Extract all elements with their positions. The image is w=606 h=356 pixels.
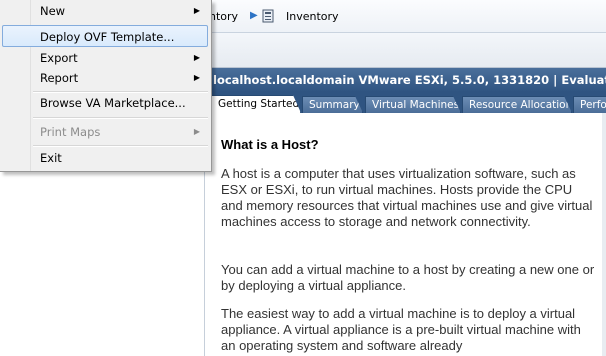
menu-item-exit[interactable]: Exit bbox=[2, 147, 208, 169]
menu-item-print-maps: Print Maps ▶ bbox=[2, 121, 208, 143]
menu-item-print-maps-label: Print Maps bbox=[40, 125, 101, 139]
content-paragraph-3: The easiest way to add a virtual machine… bbox=[221, 306, 581, 353]
breadcrumb-inventory[interactable]: Inventory bbox=[286, 10, 339, 23]
menu-item-deploy-ovf-template[interactable]: Deploy OVF Template... bbox=[2, 25, 208, 47]
tab-performance[interactable]: Perfo bbox=[573, 96, 606, 113]
content-heading: What is a Host? bbox=[221, 137, 319, 152]
tab-getting-started[interactable]: Getting Started bbox=[211, 95, 301, 113]
menu-item-report-label: Report bbox=[40, 71, 79, 85]
host-title-bar: localhost.localdomain VMware ESXi, 5.5.0… bbox=[205, 68, 606, 92]
toolbar bbox=[205, 33, 606, 68]
file-menu: New ▶ Deploy OVF Template... Export ▶ Re… bbox=[0, 0, 212, 172]
menu-item-new-label: New bbox=[40, 4, 66, 18]
menu-item-export[interactable]: Export ▶ bbox=[2, 47, 208, 69]
menu-item-browse-label: Browse VA Marketplace... bbox=[40, 96, 186, 110]
content-scrollbar[interactable] bbox=[602, 113, 606, 356]
submenu-arrow-icon: ▶ bbox=[193, 127, 200, 136]
menu-item-new[interactable]: New ▶ bbox=[2, 0, 208, 22]
inventory-icon bbox=[262, 9, 274, 23]
main-area: ntory ▶ Inventory localhost.localdomain … bbox=[205, 0, 606, 356]
menu-item-exit-label: Exit bbox=[40, 151, 62, 165]
content-paragraph-2: You can add a virtual machine to a host … bbox=[221, 262, 595, 293]
submenu-arrow-icon: ▶ bbox=[193, 53, 200, 62]
getting-started-content: What is a Host? A host is a computer tha… bbox=[205, 113, 606, 356]
menu-item-deploy-ovf-label: Deploy OVF Template... bbox=[40, 30, 175, 44]
tab-bar: Getting Started Summary Virtual Machines… bbox=[205, 92, 606, 113]
menu-item-report[interactable]: Report ▶ bbox=[2, 67, 208, 89]
tab-virtual-machines[interactable]: Virtual Machines bbox=[365, 96, 461, 113]
navigation-bar: ntory ▶ Inventory bbox=[205, 0, 606, 33]
tab-resource-allocation[interactable]: Resource Allocation bbox=[462, 96, 572, 113]
breadcrumb-inventory-partial[interactable]: ntory bbox=[209, 10, 238, 23]
content-paragraph-1: A host is a computer that uses virtualiz… bbox=[221, 166, 593, 229]
submenu-arrow-icon: ▶ bbox=[193, 73, 200, 82]
menu-item-export-label: Export bbox=[40, 51, 78, 65]
tab-summary[interactable]: Summary bbox=[302, 96, 363, 113]
menu-item-browse-va-marketplace[interactable]: Browse VA Marketplace... bbox=[2, 92, 208, 114]
breadcrumb-arrow-icon: ▶ bbox=[250, 10, 258, 21]
submenu-arrow-icon: ▶ bbox=[193, 6, 200, 15]
menu-separator bbox=[33, 117, 208, 119]
